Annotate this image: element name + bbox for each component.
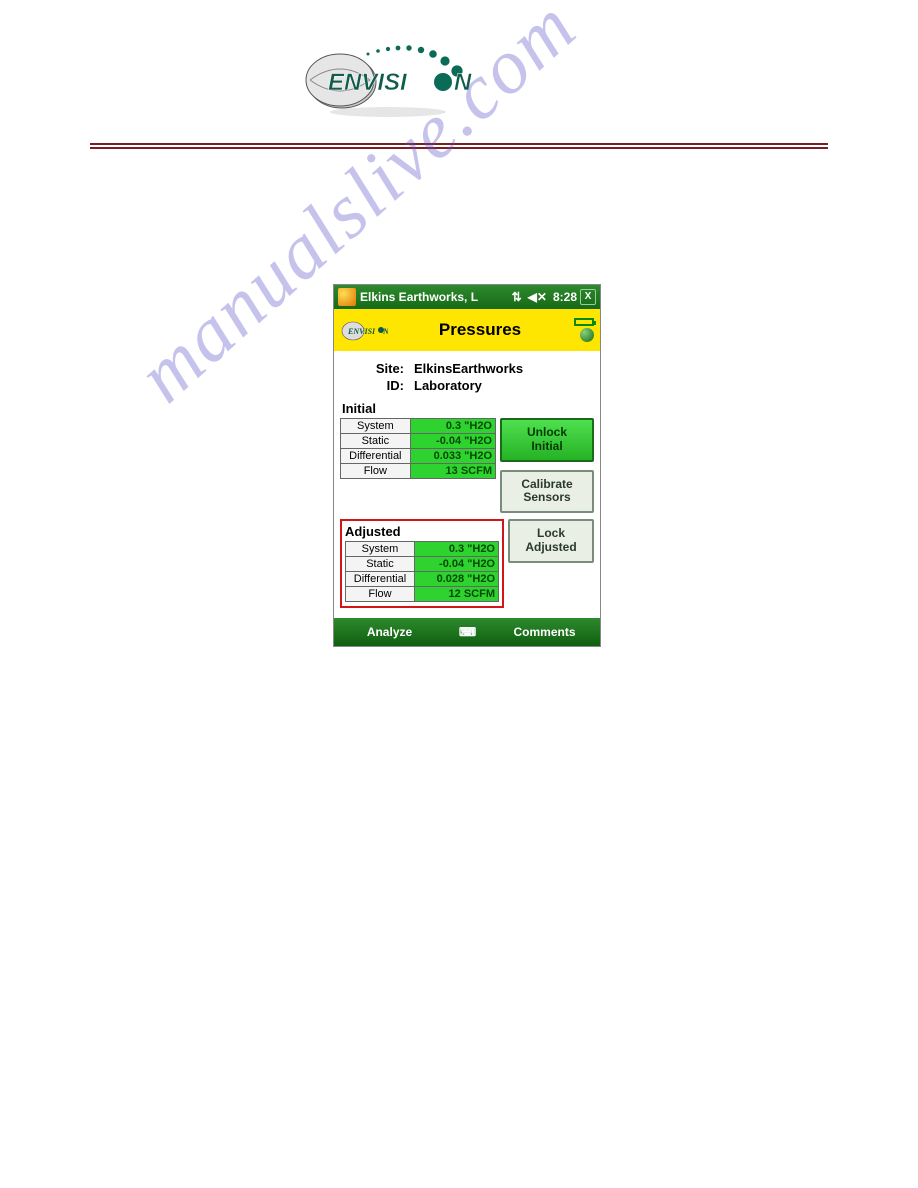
- initial-flow-value: 13 SCFM: [410, 464, 495, 479]
- refresh-icon[interactable]: [580, 328, 594, 342]
- envision-logo: ENVISI N: [290, 40, 510, 125]
- bottom-toolbar: Analyze ⌨ Comments: [334, 618, 600, 646]
- header-divider: [90, 143, 828, 149]
- initial-system-label: System: [341, 419, 411, 434]
- adjusted-readings-table: System0.3 "H2O Static-0.04 "H2O Differen…: [345, 541, 499, 602]
- site-label: Site:: [362, 361, 404, 376]
- svg-text:ENVISI: ENVISI: [347, 327, 376, 336]
- table-row: System0.3 "H2O: [341, 419, 496, 434]
- initial-flow-label: Flow: [341, 464, 411, 479]
- initial-system-value: 0.3 "H2O: [410, 419, 495, 434]
- adjusted-flow-value: 12 SCFM: [414, 587, 498, 602]
- table-row: System0.3 "H2O: [346, 542, 499, 557]
- window-title: Elkins Earthworks, L: [360, 290, 509, 304]
- adjusted-differential-value: 0.028 "H2O: [414, 572, 498, 587]
- device-screenshot: Elkins Earthworks, L ⇅ ◀✕ 8:28 X ENVISI …: [333, 284, 601, 647]
- comments-button[interactable]: Comments: [489, 625, 600, 639]
- keyboard-icon[interactable]: ⌨: [445, 625, 489, 639]
- adjusted-differential-label: Differential: [346, 572, 415, 587]
- adjusted-flow-label: Flow: [346, 587, 415, 602]
- table-row: Static-0.04 "H2O: [346, 557, 499, 572]
- initial-heading: Initial: [342, 401, 594, 416]
- adjusted-system-label: System: [346, 542, 415, 557]
- table-row: Flow13 SCFM: [341, 464, 496, 479]
- close-button[interactable]: X: [580, 289, 596, 305]
- clock-time: 8:28: [553, 290, 577, 304]
- adjusted-highlight-box: Adjusted System0.3 "H2O Static-0.04 "H2O…: [340, 519, 504, 608]
- initial-readings-table: System0.3 "H2O Static-0.04 "H2O Differen…: [340, 418, 496, 479]
- table-row: Flow12 SCFM: [346, 587, 499, 602]
- site-value: ElkinsEarthworks: [414, 361, 523, 376]
- adjusted-system-value: 0.3 "H2O: [414, 542, 498, 557]
- calibrate-sensors-button[interactable]: Calibrate Sensors: [500, 470, 594, 514]
- id-label: ID:: [362, 378, 404, 393]
- lock-adjusted-button[interactable]: Lock Adjusted: [508, 519, 594, 563]
- adjusted-heading: Adjusted: [345, 524, 499, 539]
- initial-differential-value: 0.033 "H2O: [410, 449, 495, 464]
- screen-title: Pressures: [388, 320, 572, 340]
- analyze-button[interactable]: Analyze: [334, 625, 445, 639]
- table-row: Static-0.04 "H2O: [341, 434, 496, 449]
- adjusted-static-value: -0.04 "H2O: [414, 557, 498, 572]
- table-row: Differential0.033 "H2O: [341, 449, 496, 464]
- volume-icon[interactable]: ◀✕: [528, 290, 547, 304]
- envision-mini-logo: ENVISI N: [340, 316, 388, 344]
- svg-text:ENVISI: ENVISI: [328, 69, 408, 96]
- table-row: Differential0.028 "H2O: [346, 572, 499, 587]
- unlock-initial-button[interactable]: Unlock Initial: [500, 418, 594, 462]
- connectivity-icon[interactable]: ⇅: [512, 290, 522, 304]
- windows-start-icon[interactable]: [338, 288, 356, 306]
- window-titlebar: Elkins Earthworks, L ⇅ ◀✕ 8:28 X: [334, 285, 600, 309]
- initial-differential-label: Differential: [341, 449, 411, 464]
- initial-static-label: Static: [341, 434, 411, 449]
- svg-text:N: N: [454, 69, 472, 96]
- id-value: Laboratory: [414, 378, 482, 393]
- adjusted-static-label: Static: [346, 557, 415, 572]
- app-banner: ENVISI N Pressures: [334, 309, 600, 351]
- initial-static-value: -0.04 "H2O: [410, 434, 495, 449]
- battery-icon: [574, 318, 594, 326]
